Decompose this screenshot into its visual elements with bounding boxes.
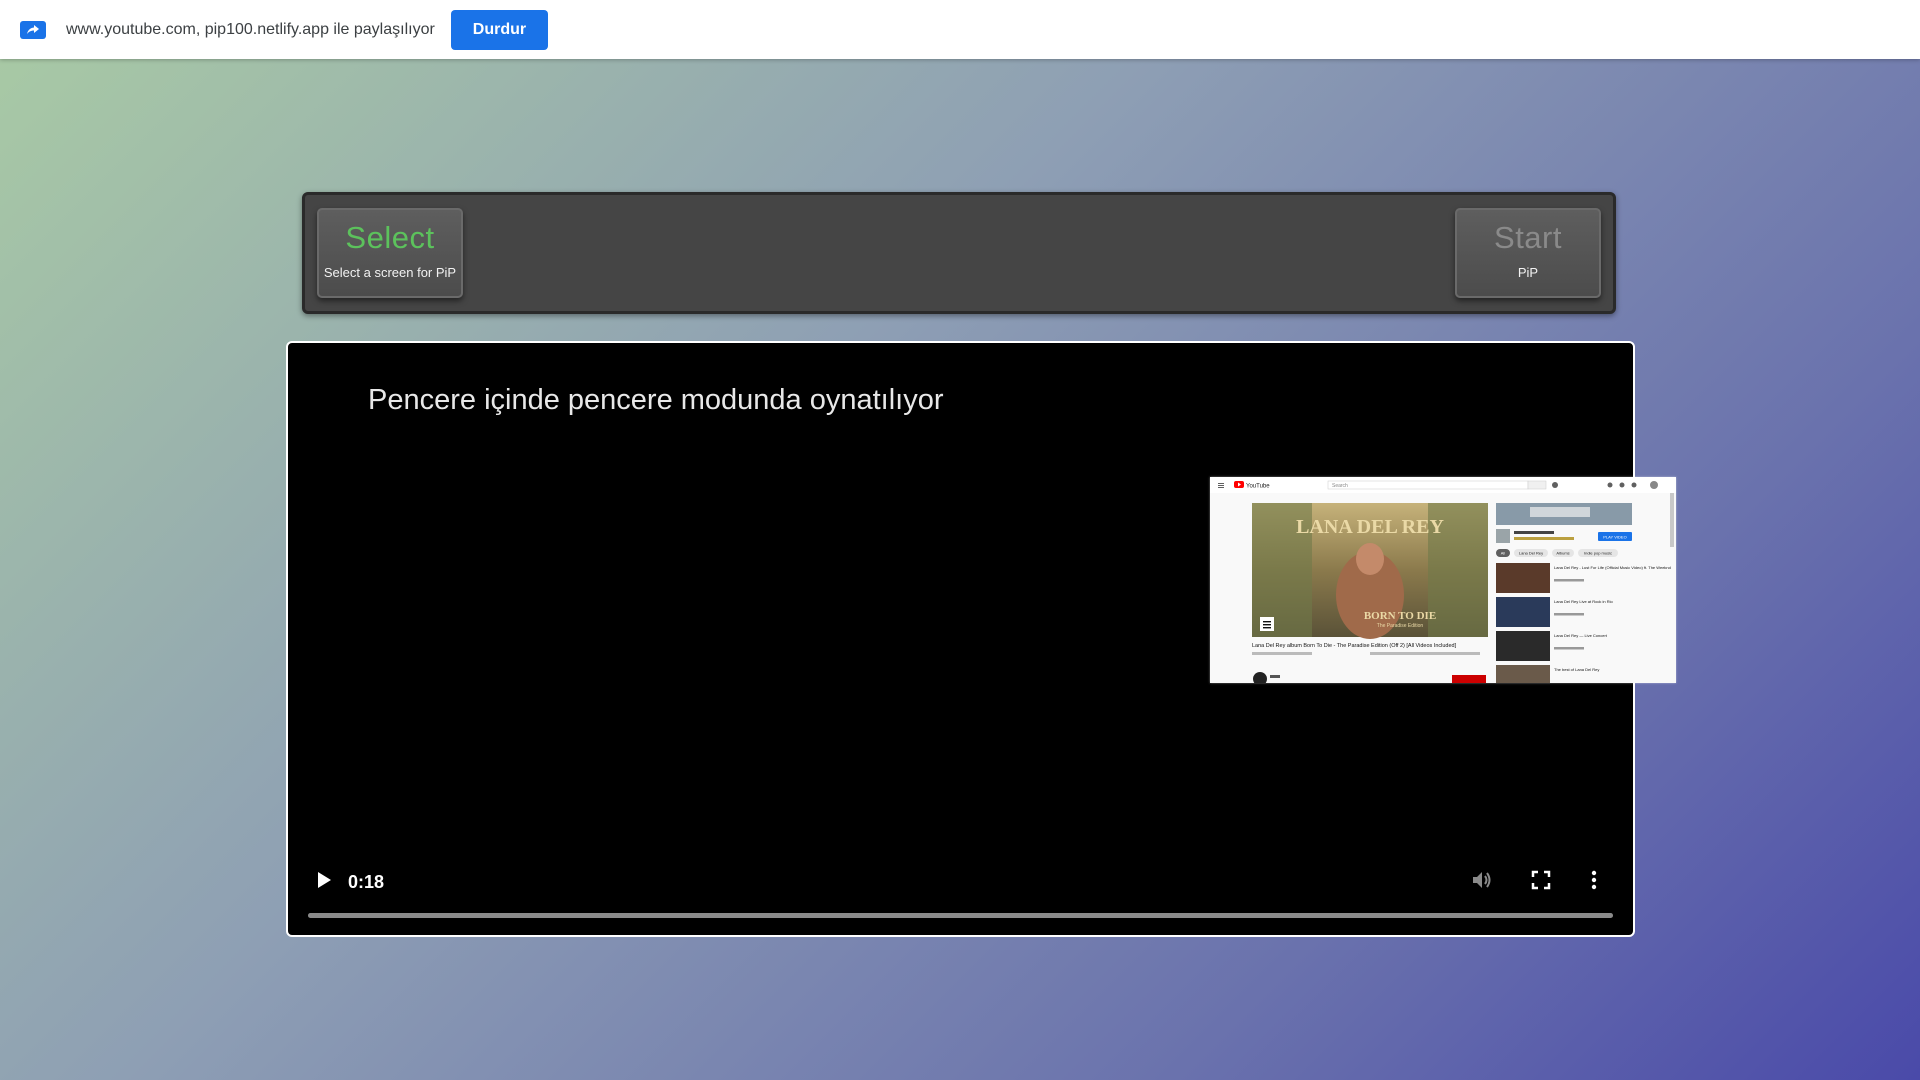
svg-text:Indie pop music: Indie pop music [1584, 551, 1612, 556]
start-pip-button[interactable]: Start PiP [1455, 208, 1601, 298]
fullscreen-icon[interactable] [1530, 869, 1552, 896]
svg-text:Lana Del Rey Live at Rock in R: Lana Del Rey Live at Rock in Rio [1554, 599, 1613, 604]
select-button-subtitle: Select a screen for PiP [323, 265, 457, 280]
svg-text:Lana Del Rey — Live Concert: Lana Del Rey — Live Concert [1554, 633, 1608, 638]
svg-text:Albums: Albums [1556, 551, 1569, 556]
progress-bar[interactable] [308, 913, 1613, 918]
current-time: 0:18 [348, 872, 385, 892]
screen-share-bar: www.youtube.com, pip100.netlify.app ile … [0, 0, 1920, 59]
svg-text:BORN TO DIE: BORN TO DIE [1364, 610, 1436, 622]
svg-text:Search: Search [1332, 483, 1348, 489]
svg-text:LANA DEL REY: LANA DEL REY [1296, 516, 1444, 538]
svg-text:Lana Del Rey - Lust For Life (: Lana Del Rey - Lust For Life (Official M… [1554, 565, 1671, 570]
more-options-icon[interactable] [1590, 868, 1598, 897]
svg-text:The Paradise Edition: The Paradise Edition [1377, 623, 1424, 629]
svg-text:PLAY VIDEO: PLAY VIDEO [1603, 535, 1626, 540]
svg-text:YouTube: YouTube [1246, 484, 1270, 490]
stop-sharing-button[interactable]: Durdur [450, 9, 549, 50]
start-button-title: Start [1494, 220, 1562, 255]
screen-share-icon [20, 20, 46, 39]
video-player[interactable]: Pencere içinde pencere modunda oynatılıy… [286, 341, 1676, 937]
video-controls: 0:18 [288, 855, 1633, 935]
share-status-text: www.youtube.com, pip100.netlify.app ile … [66, 20, 435, 38]
svg-text:Lana Del Rey: Lana Del Rey [1519, 551, 1543, 556]
pip-status-text: Pencere içinde pencere modunda oynatılıy… [368, 384, 944, 416]
select-screen-button[interactable]: Select Select a screen for PiP [317, 208, 463, 298]
select-button-title: Select [345, 220, 435, 255]
pip-control-panel: Select Select a screen for PiP Start PiP [302, 192, 1616, 314]
svg-text:The best of Lana Del Rey: The best of Lana Del Rey [1554, 667, 1599, 672]
volume-icon[interactable] [1470, 868, 1494, 897]
svg-text:All: All [1501, 551, 1506, 556]
play-icon[interactable] [312, 869, 334, 896]
pip-preview-thumbnail: YouTube Search LANA DEL REY BORN TO DIE … [1210, 477, 1676, 683]
svg-text:Lana Del Rey album Born To Die: Lana Del Rey album Born To Die - The Par… [1252, 643, 1457, 649]
start-button-subtitle: PiP [1517, 265, 1539, 280]
progress-fill [308, 913, 1613, 918]
